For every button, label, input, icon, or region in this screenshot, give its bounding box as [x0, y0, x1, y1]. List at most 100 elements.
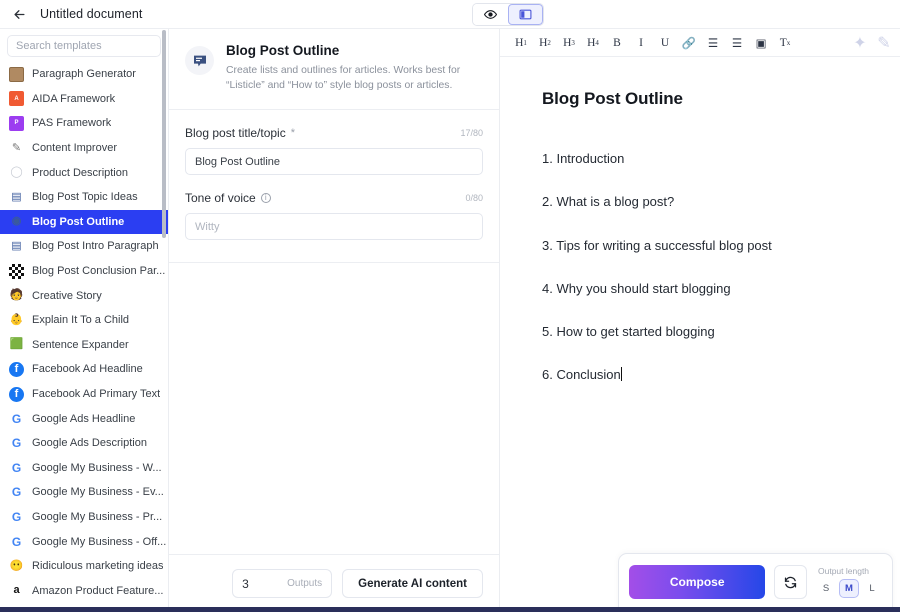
heading-3-button[interactable]: H3	[557, 31, 581, 55]
heading-1-button[interactable]: H1	[509, 31, 533, 55]
sidebar-item-label: Blog Post Outline	[32, 215, 125, 228]
sidebar-item-blog-post-topic-ideas[interactable]: ▤ Blog Post Topic Ideas	[0, 185, 168, 210]
document-body[interactable]: 1. Introduction 2. What is a blog post? 3.…	[542, 151, 860, 384]
output-length-m-button[interactable]: M	[839, 579, 859, 598]
link-button[interactable]: 🔗	[677, 31, 701, 55]
chat-list-icon	[193, 55, 206, 66]
template-description: Create lists and outlines for articles. …	[226, 65, 461, 92]
sidebar-item-amazon-product-feature[interactable]: a Amazon Product Feature...	[0, 578, 168, 603]
regenerate-button[interactable]	[774, 565, 807, 599]
compose-button[interactable]: Compose	[629, 565, 766, 599]
sidebar-item-label: PAS Framework	[32, 117, 112, 130]
tone-of-voice-input[interactable]	[185, 213, 483, 241]
sidebar-item-google-ads-headline[interactable]: G Google Ads Headline	[0, 406, 168, 431]
generate-ai-content-button[interactable]: Generate AI content	[342, 569, 483, 598]
sidebar-item-blog-post-conclusion-par[interactable]: Blog Post Conclusion Par...	[0, 259, 168, 284]
sidebar-item-label: Google My Business - Off...	[32, 535, 167, 548]
template-list[interactable]: Paragraph Generator A AIDA Framework P PAS F…	[0, 62, 168, 612]
sidebar-item-content-improver[interactable]: ✎ Content Improver	[0, 136, 168, 161]
person-icon: 🧑	[9, 289, 24, 302]
sidebar-item-label: Creative Story	[32, 289, 102, 302]
output-length-l-button[interactable]: L	[862, 579, 882, 598]
output-length-group: Output length SML	[816, 566, 882, 598]
app-window: Untitled document Paragraph Genera	[0, 0, 900, 612]
ordered-list-button[interactable]: ☰	[701, 31, 725, 55]
sidebar-item-product-description[interactable]: ◯ Product Description	[0, 160, 168, 185]
google-icon: G	[11, 411, 22, 426]
blog-post-title-input[interactable]	[185, 148, 483, 176]
document-line[interactable]: 6. Conclusion	[542, 367, 860, 383]
ai-sparkle-icon[interactable]: ✦	[850, 33, 870, 53]
italic-button[interactable]: I	[629, 31, 653, 55]
heading-2-button[interactable]: H2	[533, 31, 557, 55]
document-line[interactable]: 1. Introduction	[542, 151, 860, 167]
preview-mode-button[interactable]	[473, 4, 508, 25]
search-input[interactable]	[7, 35, 161, 57]
document-line[interactable]: 2. What is a blog post?	[542, 194, 860, 210]
template-header: Blog Post Outline Create lists and outli…	[169, 29, 499, 111]
outputs-stepper[interactable]: 3 Outputs	[232, 569, 333, 598]
facebook-icon: f	[9, 361, 24, 377]
output-length-s-button[interactable]: S	[816, 579, 836, 598]
checkered-flag-icon	[9, 263, 24, 279]
sidebar-item-ridiculous-marketing-ideas[interactable]: 😶 Ridiculous marketing ideas	[0, 554, 168, 579]
insert-image-button[interactable]: ▣	[749, 31, 773, 55]
google-icon: G	[11, 436, 22, 451]
sidebar-item-label: Content Improver	[32, 142, 117, 155]
sidebar-item-explain-it-to-a-child[interactable]: 👶 Explain It To a Child	[0, 308, 168, 333]
chat-circle-icon: ◉	[11, 215, 22, 228]
sidebar-item-sentence-expander[interactable]: 🟩 Sentence Expander	[0, 333, 168, 358]
underline-button[interactable]: U	[653, 31, 677, 55]
document-line[interactable]: 4. Why you should start blogging	[542, 281, 860, 297]
sidebar-item-label: Google Ads Headline	[32, 412, 136, 425]
baby-face-icon: 👶	[9, 313, 24, 326]
bullet-list-button[interactable]: ☰	[725, 31, 749, 55]
document-line[interactable]: 5. How to get started blogging	[542, 324, 860, 340]
outputs-label: Outputs	[287, 578, 323, 589]
sidebar-item-pas-framework[interactable]: P PAS Framework	[0, 111, 168, 136]
sidebar-item-paragraph-generator[interactable]: Paragraph Generator	[0, 62, 168, 87]
sidebar-item-creative-story[interactable]: 🧑 Creative Story	[0, 283, 168, 308]
sidebar-item-google-my-business-w[interactable]: G Google My Business - W...	[0, 456, 168, 481]
field-label-wrap: Tone of voice i	[185, 191, 271, 205]
google-icon: G	[11, 534, 22, 549]
document-line[interactable]: 3. Tips for writing a successful blog po…	[542, 238, 860, 254]
text-cursor	[620, 367, 622, 382]
document-title[interactable]: Untitled document	[40, 7, 142, 21]
sidebar-item-label: Google My Business - Ev...	[32, 486, 164, 499]
sidebar-item-label: Explain It To a Child	[32, 314, 130, 327]
sidebar-item-google-my-business-ev[interactable]: G Google My Business - Ev...	[0, 480, 168, 505]
pas-badge-icon: P	[9, 115, 24, 131]
sidebar-item-google-my-business-pr[interactable]: G Google My Business - Pr...	[0, 505, 168, 530]
bold-button[interactable]: B	[605, 31, 629, 55]
editor-canvas[interactable]: Blog Post Outline 1. Introduction 2. What…	[500, 57, 900, 612]
sidebar-item-facebook-ad-headline[interactable]: f Facebook Ad Headline	[0, 357, 168, 382]
split-mode-button[interactable]	[508, 4, 543, 25]
field-label: Blog post title/topic	[185, 126, 286, 141]
sidebar-item-label: Google My Business - Pr...	[32, 510, 163, 523]
sidebar-item-google-ads-description[interactable]: G Google Ads Description	[0, 431, 168, 456]
sidebar-item-google-my-business-off[interactable]: G Google My Business - Off...	[0, 529, 168, 554]
aida-badge-icon: A	[9, 91, 24, 107]
edit-pencil-icon[interactable]: ✎	[874, 33, 894, 53]
search-wrapper	[0, 29, 168, 62]
output-length-label: Output length	[818, 566, 870, 576]
sidebar-item-aida-framework[interactable]: A AIDA Framework	[0, 87, 168, 112]
info-icon[interactable]: i	[260, 193, 271, 204]
template-header-text: Blog Post Outline Create lists and outli…	[226, 43, 466, 93]
document-heading: Blog Post Outline	[542, 89, 683, 108]
back-button[interactable]	[4, 0, 34, 29]
sidebar-item-blog-post-outline[interactable]: ◉ Blog Post Outline	[0, 209, 168, 235]
sidebar-item-label: Google My Business - W...	[32, 461, 162, 474]
template-title: Blog Post Outline	[226, 43, 340, 58]
sidebar-item-label: Blog Post Intro Paragraph	[32, 240, 159, 253]
sidebar-item-facebook-ad-primary-text[interactable]: f Facebook Ad Primary Text	[0, 382, 168, 407]
box-icon	[9, 66, 24, 82]
outputs-count: 3	[242, 576, 249, 591]
clear-format-button[interactable]: Tx	[773, 31, 797, 55]
google-icon: G	[11, 485, 22, 500]
sidebar-item-label: Sentence Expander	[32, 338, 129, 351]
heading-4-button[interactable]: H4	[581, 31, 605, 55]
sidebar-item-blog-post-intro-paragraph[interactable]: ▤ Blog Post Intro Paragraph	[0, 234, 168, 259]
sidebar-scrollbar[interactable]	[162, 30, 166, 238]
